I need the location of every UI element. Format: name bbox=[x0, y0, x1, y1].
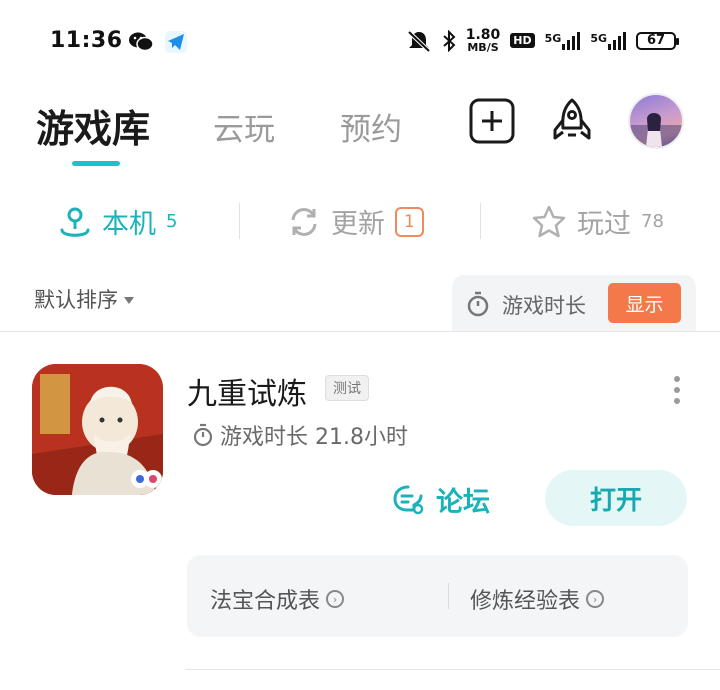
star-icon bbox=[532, 205, 566, 237]
rocket-icon[interactable] bbox=[549, 98, 595, 144]
forum-label: 论坛 bbox=[436, 487, 490, 518]
hd-voice-icon: HD bbox=[510, 33, 535, 48]
sort-dropdown[interactable]: 默认排序 bbox=[34, 284, 134, 314]
telegram-icon bbox=[165, 31, 187, 53]
mute-icon bbox=[407, 30, 431, 52]
tab-reservation[interactable]: 预约 bbox=[340, 104, 402, 149]
subtab-played-count: 78 bbox=[641, 211, 664, 232]
card-divider bbox=[185, 669, 720, 670]
subtab-local-label: 本机 bbox=[102, 209, 156, 240]
link-treasure-synthesis-label: 法宝合成表 bbox=[210, 589, 321, 614]
chevron-right-icon: › bbox=[326, 590, 345, 608]
link-cultivation-exp-label: 修炼经验表 bbox=[470, 589, 581, 614]
forum-button[interactable]: 论坛 bbox=[392, 480, 490, 519]
refresh-icon bbox=[291, 207, 317, 236]
active-tab-indicator bbox=[72, 161, 120, 166]
signal-2-icon: 5G bbox=[590, 31, 626, 50]
subtab-divider bbox=[239, 203, 240, 239]
subtab-update[interactable]: 更新 1 bbox=[287, 202, 424, 241]
playtime-toggle-label: 游戏时长 bbox=[502, 294, 586, 318]
link-cultivation-exp[interactable]: 修炼经验表 › bbox=[470, 583, 605, 615]
tab-cloud-play[interactable]: 云玩 bbox=[213, 104, 275, 149]
wechat-icon bbox=[129, 32, 154, 52]
subtab-local-count: 5 bbox=[166, 211, 178, 232]
test-tag: 测试 bbox=[325, 375, 369, 401]
tab-game-library[interactable]: 游戏库 bbox=[36, 98, 150, 153]
sort-label: 默认排序 bbox=[34, 288, 118, 312]
location-pin-icon bbox=[60, 207, 90, 237]
game-artwork bbox=[32, 364, 163, 495]
bluetooth-icon bbox=[443, 29, 456, 52]
link-treasure-synthesis[interactable]: 法宝合成表 › bbox=[210, 583, 345, 615]
show-playtime-button[interactable]: 显示 bbox=[608, 283, 681, 323]
subtab-divider bbox=[480, 203, 481, 239]
game-title[interactable]: 九重试炼 bbox=[187, 369, 307, 413]
section-divider bbox=[0, 331, 720, 332]
subtab-played[interactable]: 玩过 78 bbox=[531, 202, 664, 241]
network-speed: 1.80 MB/S bbox=[465, 27, 501, 54]
update-count-badge: 1 bbox=[395, 206, 424, 237]
game-playtime-text: 游戏时长 21.8小时 bbox=[220, 425, 408, 450]
chevron-right-icon: › bbox=[586, 590, 605, 608]
stopwatch-icon bbox=[467, 291, 489, 317]
game-playtime: 游戏时长 21.8小时 bbox=[192, 419, 408, 451]
status-icons: 1.80 MB/S HD 5G 5G 67 bbox=[406, 27, 679, 54]
battery-icon: 67 bbox=[636, 31, 679, 50]
chat-bubble-icon bbox=[393, 485, 424, 514]
open-game-button[interactable]: 打开 bbox=[545, 470, 687, 526]
subtab-local[interactable]: 本机 5 bbox=[58, 202, 177, 241]
subtab-update-label: 更新 bbox=[331, 209, 385, 240]
caret-down-icon bbox=[124, 297, 134, 304]
add-icon[interactable] bbox=[469, 98, 515, 144]
status-time: 11:36 bbox=[50, 28, 123, 53]
more-options-icon[interactable] bbox=[674, 376, 680, 404]
subtab-played-label: 玩过 bbox=[577, 209, 631, 240]
avatar-image bbox=[630, 113, 682, 147]
game-icon[interactable] bbox=[32, 364, 163, 495]
signal-1-icon: 5G bbox=[545, 31, 581, 50]
avatar[interactable] bbox=[628, 93, 684, 149]
stopwatch-icon bbox=[193, 423, 213, 447]
link-divider bbox=[448, 583, 449, 609]
